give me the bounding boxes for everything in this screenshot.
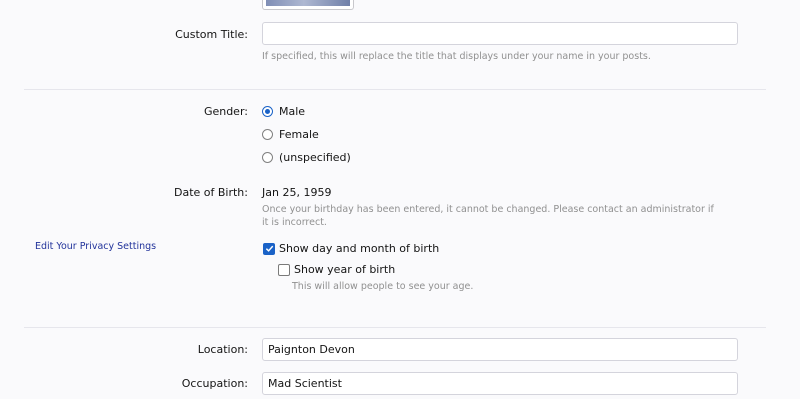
section-divider xyxy=(24,89,766,90)
gender-option-female[interactable]: Female xyxy=(262,128,319,141)
location-input[interactable]: Paignton Devon xyxy=(262,338,738,361)
custom-title-input[interactable] xyxy=(262,22,738,45)
radio-button[interactable] xyxy=(262,129,273,140)
show-year-label: Show year of birth xyxy=(294,263,396,276)
dob-value: Jan 25, 1959 xyxy=(262,186,332,199)
gender-option-label: Female xyxy=(279,128,319,141)
radio-button[interactable] xyxy=(262,152,273,163)
checkbox[interactable] xyxy=(278,263,290,276)
check-icon[interactable] xyxy=(263,242,275,255)
privacy-settings-link[interactable]: Edit Your Privacy Settings xyxy=(35,241,156,252)
custom-title-hint: If specified, this will replace the titl… xyxy=(262,51,651,62)
occupation-input[interactable]: Mad Scientist xyxy=(262,372,738,395)
radio-button-selected[interactable] xyxy=(262,106,273,117)
show-day-month-checkbox-row[interactable]: Show day and month of birth xyxy=(263,242,439,255)
gender-option-male[interactable]: Male xyxy=(262,105,305,118)
show-year-checkbox-row[interactable]: Show year of birth xyxy=(278,263,395,276)
gender-option-label: Male xyxy=(279,105,306,118)
section-divider xyxy=(24,327,766,328)
avatar-image xyxy=(266,0,350,6)
location-label: Location: xyxy=(197,343,248,356)
dob-hint: Once your birthday has been entered, it … xyxy=(262,204,714,228)
custom-title-label: Custom Title: xyxy=(175,28,248,41)
gender-option-label: (unspecified) xyxy=(279,151,351,164)
gender-option-unspecified[interactable]: (unspecified) xyxy=(262,151,351,164)
occupation-label: Occupation: xyxy=(181,377,248,390)
gender-label: Gender: xyxy=(203,105,248,118)
show-day-month-label: Show day and month of birth xyxy=(279,242,440,255)
show-year-hint: This will allow people to see your age. xyxy=(292,281,474,292)
dob-label: Date of Birth: xyxy=(173,186,248,199)
avatar xyxy=(262,0,354,10)
